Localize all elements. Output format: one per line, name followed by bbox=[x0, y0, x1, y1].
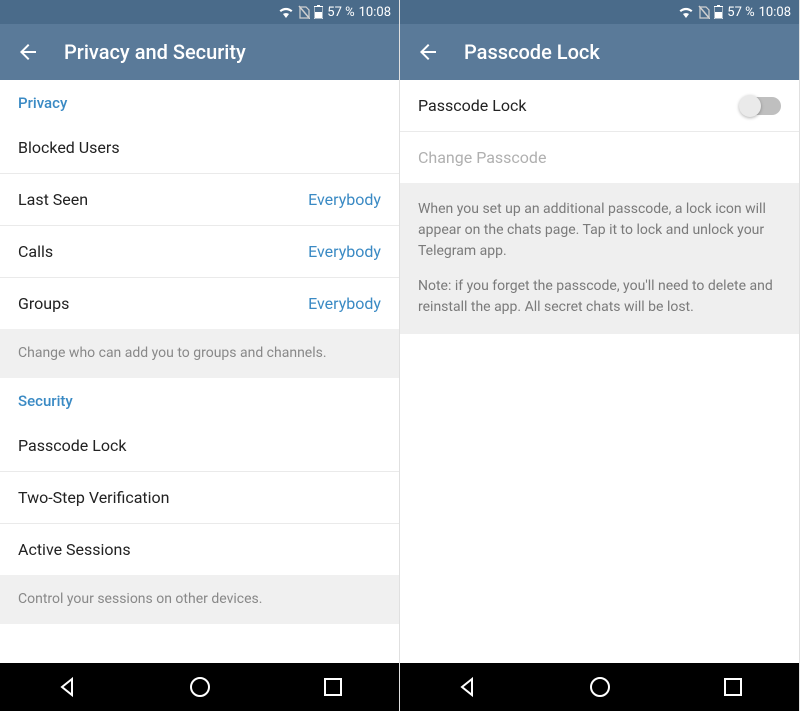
blocked-users-row[interactable]: Blocked Users bbox=[0, 122, 399, 174]
battery-icon bbox=[714, 5, 723, 19]
nav-recent-icon[interactable] bbox=[722, 676, 744, 698]
wifi-icon bbox=[678, 6, 694, 18]
passcode-info: When you set up an additional passcode, … bbox=[400, 183, 799, 334]
phone-left: 57 % 10:08 Privacy and Security Privacy … bbox=[0, 0, 400, 711]
battery-icon bbox=[314, 5, 323, 19]
passcode-info-p1: When you set up an additional passcode, … bbox=[418, 199, 781, 262]
calls-label: Calls bbox=[18, 242, 53, 261]
blocked-users-label: Blocked Users bbox=[18, 138, 120, 157]
back-icon[interactable] bbox=[416, 40, 440, 64]
change-passcode-label: Change Passcode bbox=[418, 148, 546, 167]
app-bar: Privacy and Security bbox=[0, 24, 399, 80]
calls-value: Everybody bbox=[308, 242, 381, 261]
clock-text: 10:08 bbox=[359, 5, 391, 20]
nav-bar bbox=[0, 663, 399, 711]
groups-footer: Change who can add you to groups and cha… bbox=[0, 329, 399, 378]
no-sim-icon bbox=[698, 5, 710, 19]
app-bar: Passcode Lock bbox=[400, 24, 799, 80]
battery-text: 57 % bbox=[727, 5, 754, 20]
two-step-label: Two-Step Verification bbox=[18, 488, 170, 507]
calls-row[interactable]: Calls Everybody bbox=[0, 226, 399, 278]
passcode-lock-toggle-row[interactable]: Passcode Lock bbox=[400, 80, 799, 132]
security-header: Security bbox=[0, 378, 399, 420]
nav-back-icon[interactable] bbox=[55, 675, 79, 699]
active-sessions-label: Active Sessions bbox=[18, 540, 131, 559]
groups-label: Groups bbox=[18, 294, 69, 313]
wifi-icon bbox=[278, 6, 294, 18]
passcode-lock-row[interactable]: Passcode Lock bbox=[0, 420, 399, 472]
battery-text: 57 % bbox=[327, 5, 354, 20]
status-bar: 57 % 10:08 bbox=[0, 0, 399, 24]
phone-right: 57 % 10:08 Passcode Lock Passcode Lock C… bbox=[400, 0, 800, 711]
groups-row[interactable]: Groups Everybody bbox=[0, 278, 399, 329]
groups-value: Everybody bbox=[308, 294, 381, 313]
passcode-toggle[interactable] bbox=[741, 97, 781, 115]
active-sessions-row[interactable]: Active Sessions bbox=[0, 524, 399, 575]
back-icon[interactable] bbox=[16, 40, 40, 64]
nav-home-icon[interactable] bbox=[188, 675, 212, 699]
nav-home-icon[interactable] bbox=[588, 675, 612, 699]
content-area: Passcode Lock Change Passcode When you s… bbox=[400, 80, 799, 663]
page-title: Privacy and Security bbox=[64, 40, 246, 64]
privacy-header: Privacy bbox=[0, 80, 399, 122]
nav-recent-icon[interactable] bbox=[322, 676, 344, 698]
two-step-row[interactable]: Two-Step Verification bbox=[0, 472, 399, 524]
sessions-footer: Control your sessions on other devices. bbox=[0, 575, 399, 624]
content-area: Privacy Blocked Users Last Seen Everybod… bbox=[0, 80, 399, 663]
status-bar: 57 % 10:08 bbox=[400, 0, 799, 24]
change-passcode-row: Change Passcode bbox=[400, 132, 799, 183]
last-seen-row[interactable]: Last Seen Everybody bbox=[0, 174, 399, 226]
passcode-info-p2: Note: if you forget the passcode, you'll… bbox=[418, 276, 781, 318]
no-sim-icon bbox=[298, 5, 310, 19]
passcode-lock-toggle-label: Passcode Lock bbox=[418, 96, 526, 115]
passcode-lock-label: Passcode Lock bbox=[18, 436, 126, 455]
last-seen-value: Everybody bbox=[308, 190, 381, 209]
nav-bar bbox=[400, 663, 799, 711]
page-title: Passcode Lock bbox=[464, 40, 600, 64]
last-seen-label: Last Seen bbox=[18, 190, 88, 209]
clock-text: 10:08 bbox=[759, 5, 791, 20]
nav-back-icon[interactable] bbox=[455, 675, 479, 699]
